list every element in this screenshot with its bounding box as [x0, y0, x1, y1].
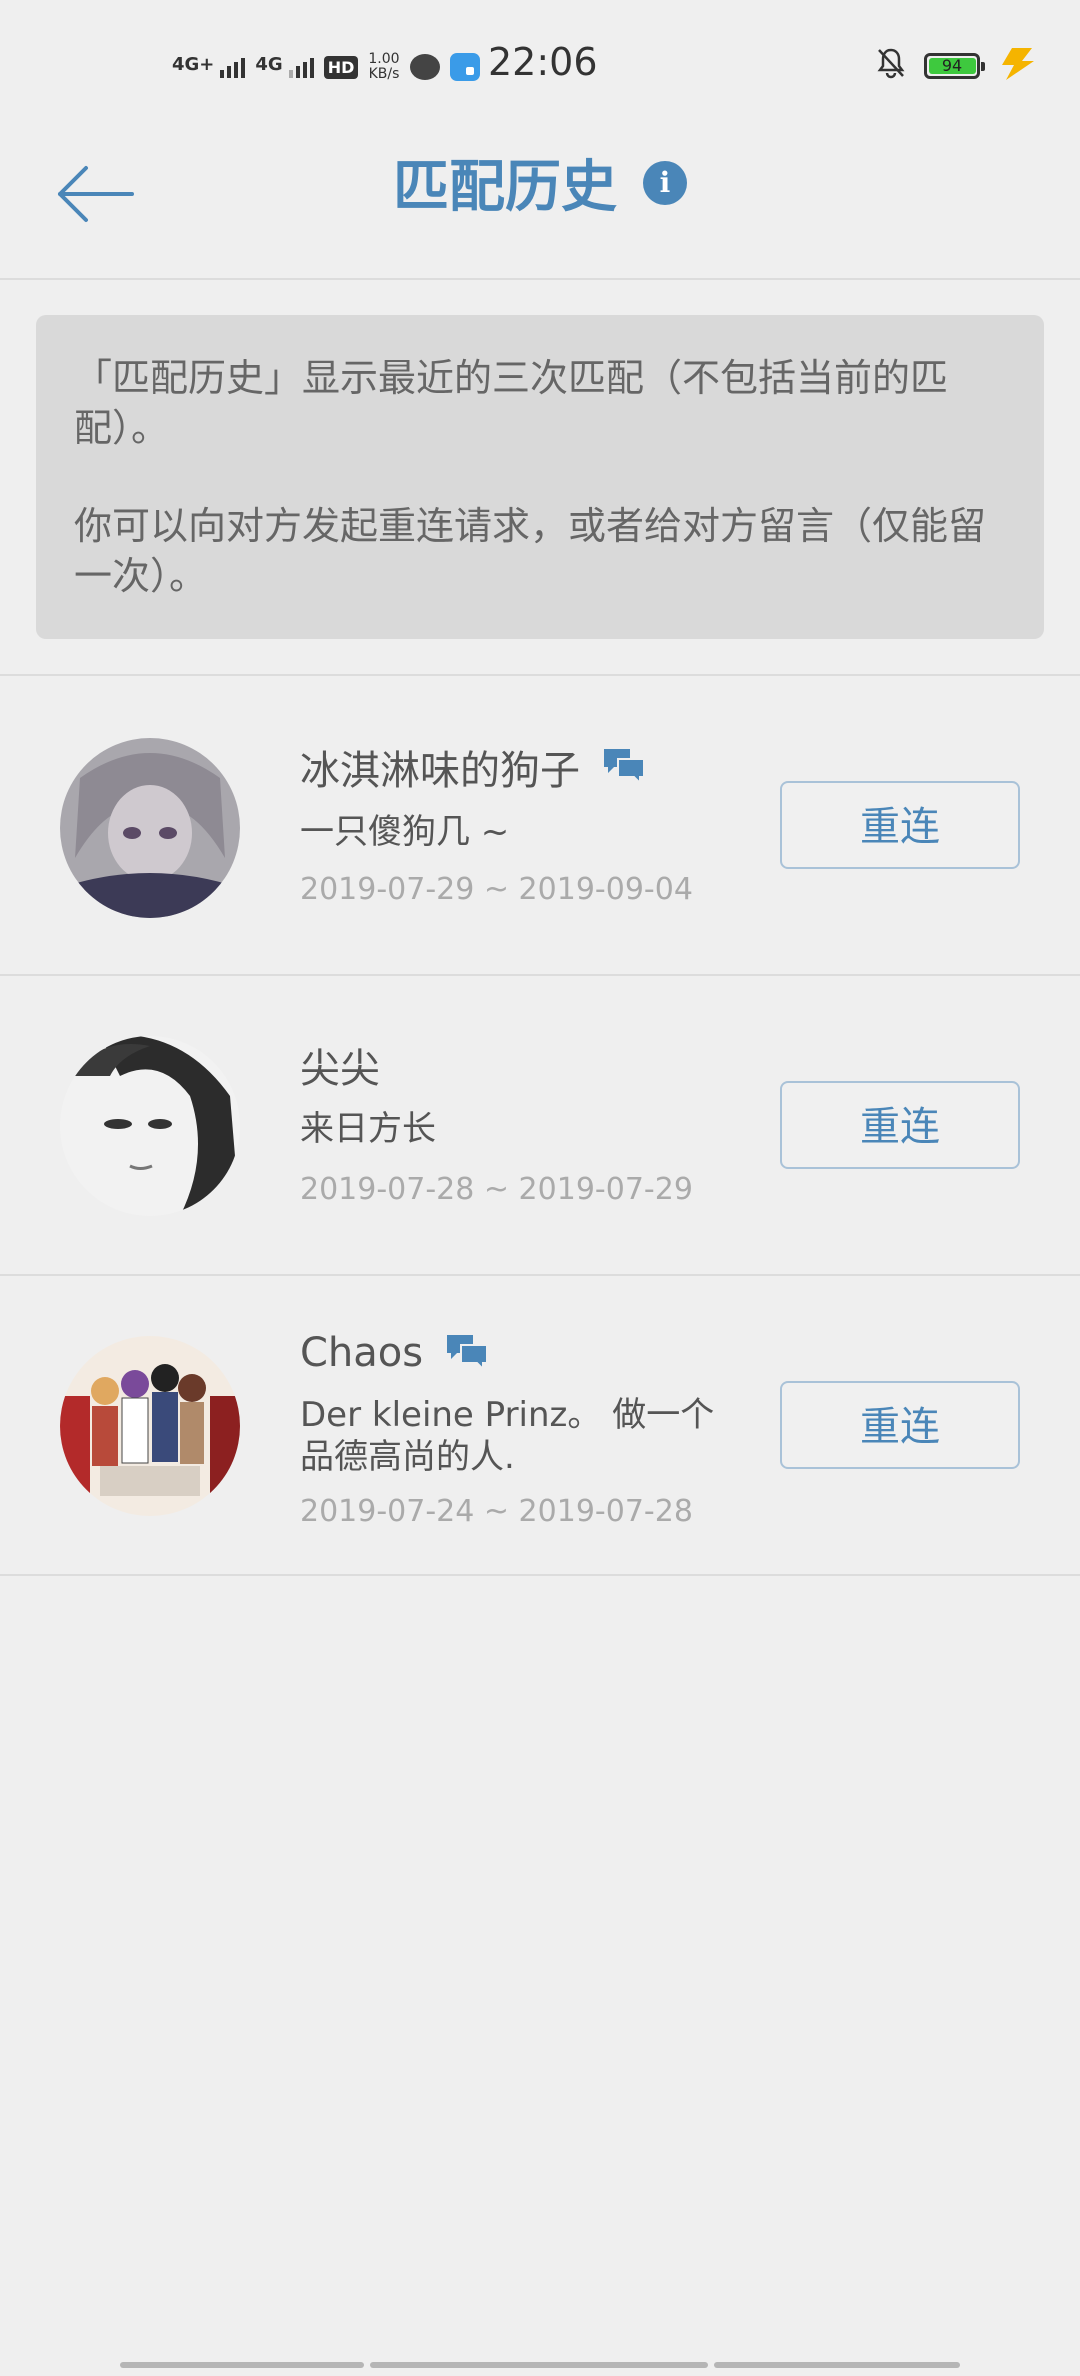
reconnect-button[interactable]: 重连	[780, 1381, 1020, 1469]
sim1-label: 4G+	[172, 54, 215, 75]
match-name-row: Chaos	[300, 1330, 489, 1376]
message-icon[interactable]	[445, 1333, 489, 1373]
match-dates: 2019-07-29 ~ 2019-09-04	[300, 872, 693, 907]
status-left: 4G+ 4G HD 1.00 KB/s	[172, 44, 480, 90]
speed-value: 1.00	[368, 51, 400, 67]
gesture-bar-right[interactable]	[714, 2362, 960, 2368]
battery-level: 94	[941, 56, 963, 75]
hd-icon: HD	[323, 55, 359, 79]
match-list-item[interactable]: Chaos Der kleine Prinz。 做一个品德高尚的人. 2019-…	[0, 1276, 1080, 1576]
notice-line-1: 「匹配历史」显示最近的三次匹配（不包括当前的匹配）。	[74, 356, 949, 450]
avatar[interactable]	[60, 1336, 240, 1516]
gesture-bar-center[interactable]	[370, 2362, 708, 2368]
match-name: 冰淇淋味的狗子	[300, 748, 580, 794]
title-area: 匹配历史 i	[0, 142, 1080, 232]
match-signature: 来日方长	[300, 1109, 436, 1149]
avatar[interactable]	[60, 738, 240, 918]
match-name-row: 冰淇淋味的狗子	[300, 738, 646, 796]
status-right: 94	[876, 44, 1038, 88]
match-name: Chaos	[300, 1330, 424, 1376]
sim1-signal-icon: 4G+	[172, 54, 246, 78]
info-notice: 「匹配历史」显示最近的三次匹配（不包括当前的匹配）。 你可以向对方发起重连请求，…	[36, 315, 1044, 639]
clock: 22:06	[488, 40, 598, 84]
message-icon[interactable]	[602, 747, 646, 787]
status-bar: 4G+ 4G HD 1.00 KB/s 22:06 94	[0, 0, 1080, 130]
sim2-label: 4G	[255, 54, 283, 75]
match-name: 尖尖	[300, 1046, 380, 1092]
match-name-row: 尖尖	[300, 1036, 380, 1094]
avatar[interactable]	[60, 1036, 240, 1216]
charging-bolt-icon	[998, 46, 1038, 86]
match-signature: Der kleine Prinz。 做一个品德高尚的人.	[300, 1395, 715, 1477]
match-signature: 一只傻狗几 ~	[300, 812, 510, 852]
network-speed: 1.00 KB/s	[368, 52, 399, 82]
reconnect-button[interactable]: 重连	[780, 781, 1020, 869]
gesture-bar-left[interactable]	[120, 2362, 364, 2368]
page-title: 匹配历史	[393, 155, 617, 220]
app-notification-icon	[449, 53, 480, 81]
battery-icon: 94	[924, 53, 985, 79]
sim2-signal-icon: 4G	[255, 54, 314, 78]
match-dates: 2019-07-28 ~ 2019-07-29	[300, 1172, 693, 1207]
match-dates: 2019-07-24 ~ 2019-07-28	[300, 1494, 693, 1529]
reconnect-button[interactable]: 重连	[780, 1081, 1020, 1169]
match-list-item[interactable]: 冰淇淋味的狗子 一只傻狗几 ~ 2019-07-29 ~ 2019-09-04 …	[0, 676, 1080, 976]
speed-unit: KB/s	[368, 66, 400, 82]
match-list-item[interactable]: 尖尖 来日方长 2019-07-28 ~ 2019-07-29 重连	[0, 976, 1080, 1276]
message-notification-icon	[409, 54, 440, 80]
bell-off-icon	[876, 47, 906, 86]
app-header: 匹配历史 i	[0, 130, 1080, 280]
info-icon[interactable]: i	[643, 160, 687, 205]
notice-line-2: 你可以向对方发起重连请求，或者给对方留言（仅能留一次）。	[74, 504, 987, 598]
